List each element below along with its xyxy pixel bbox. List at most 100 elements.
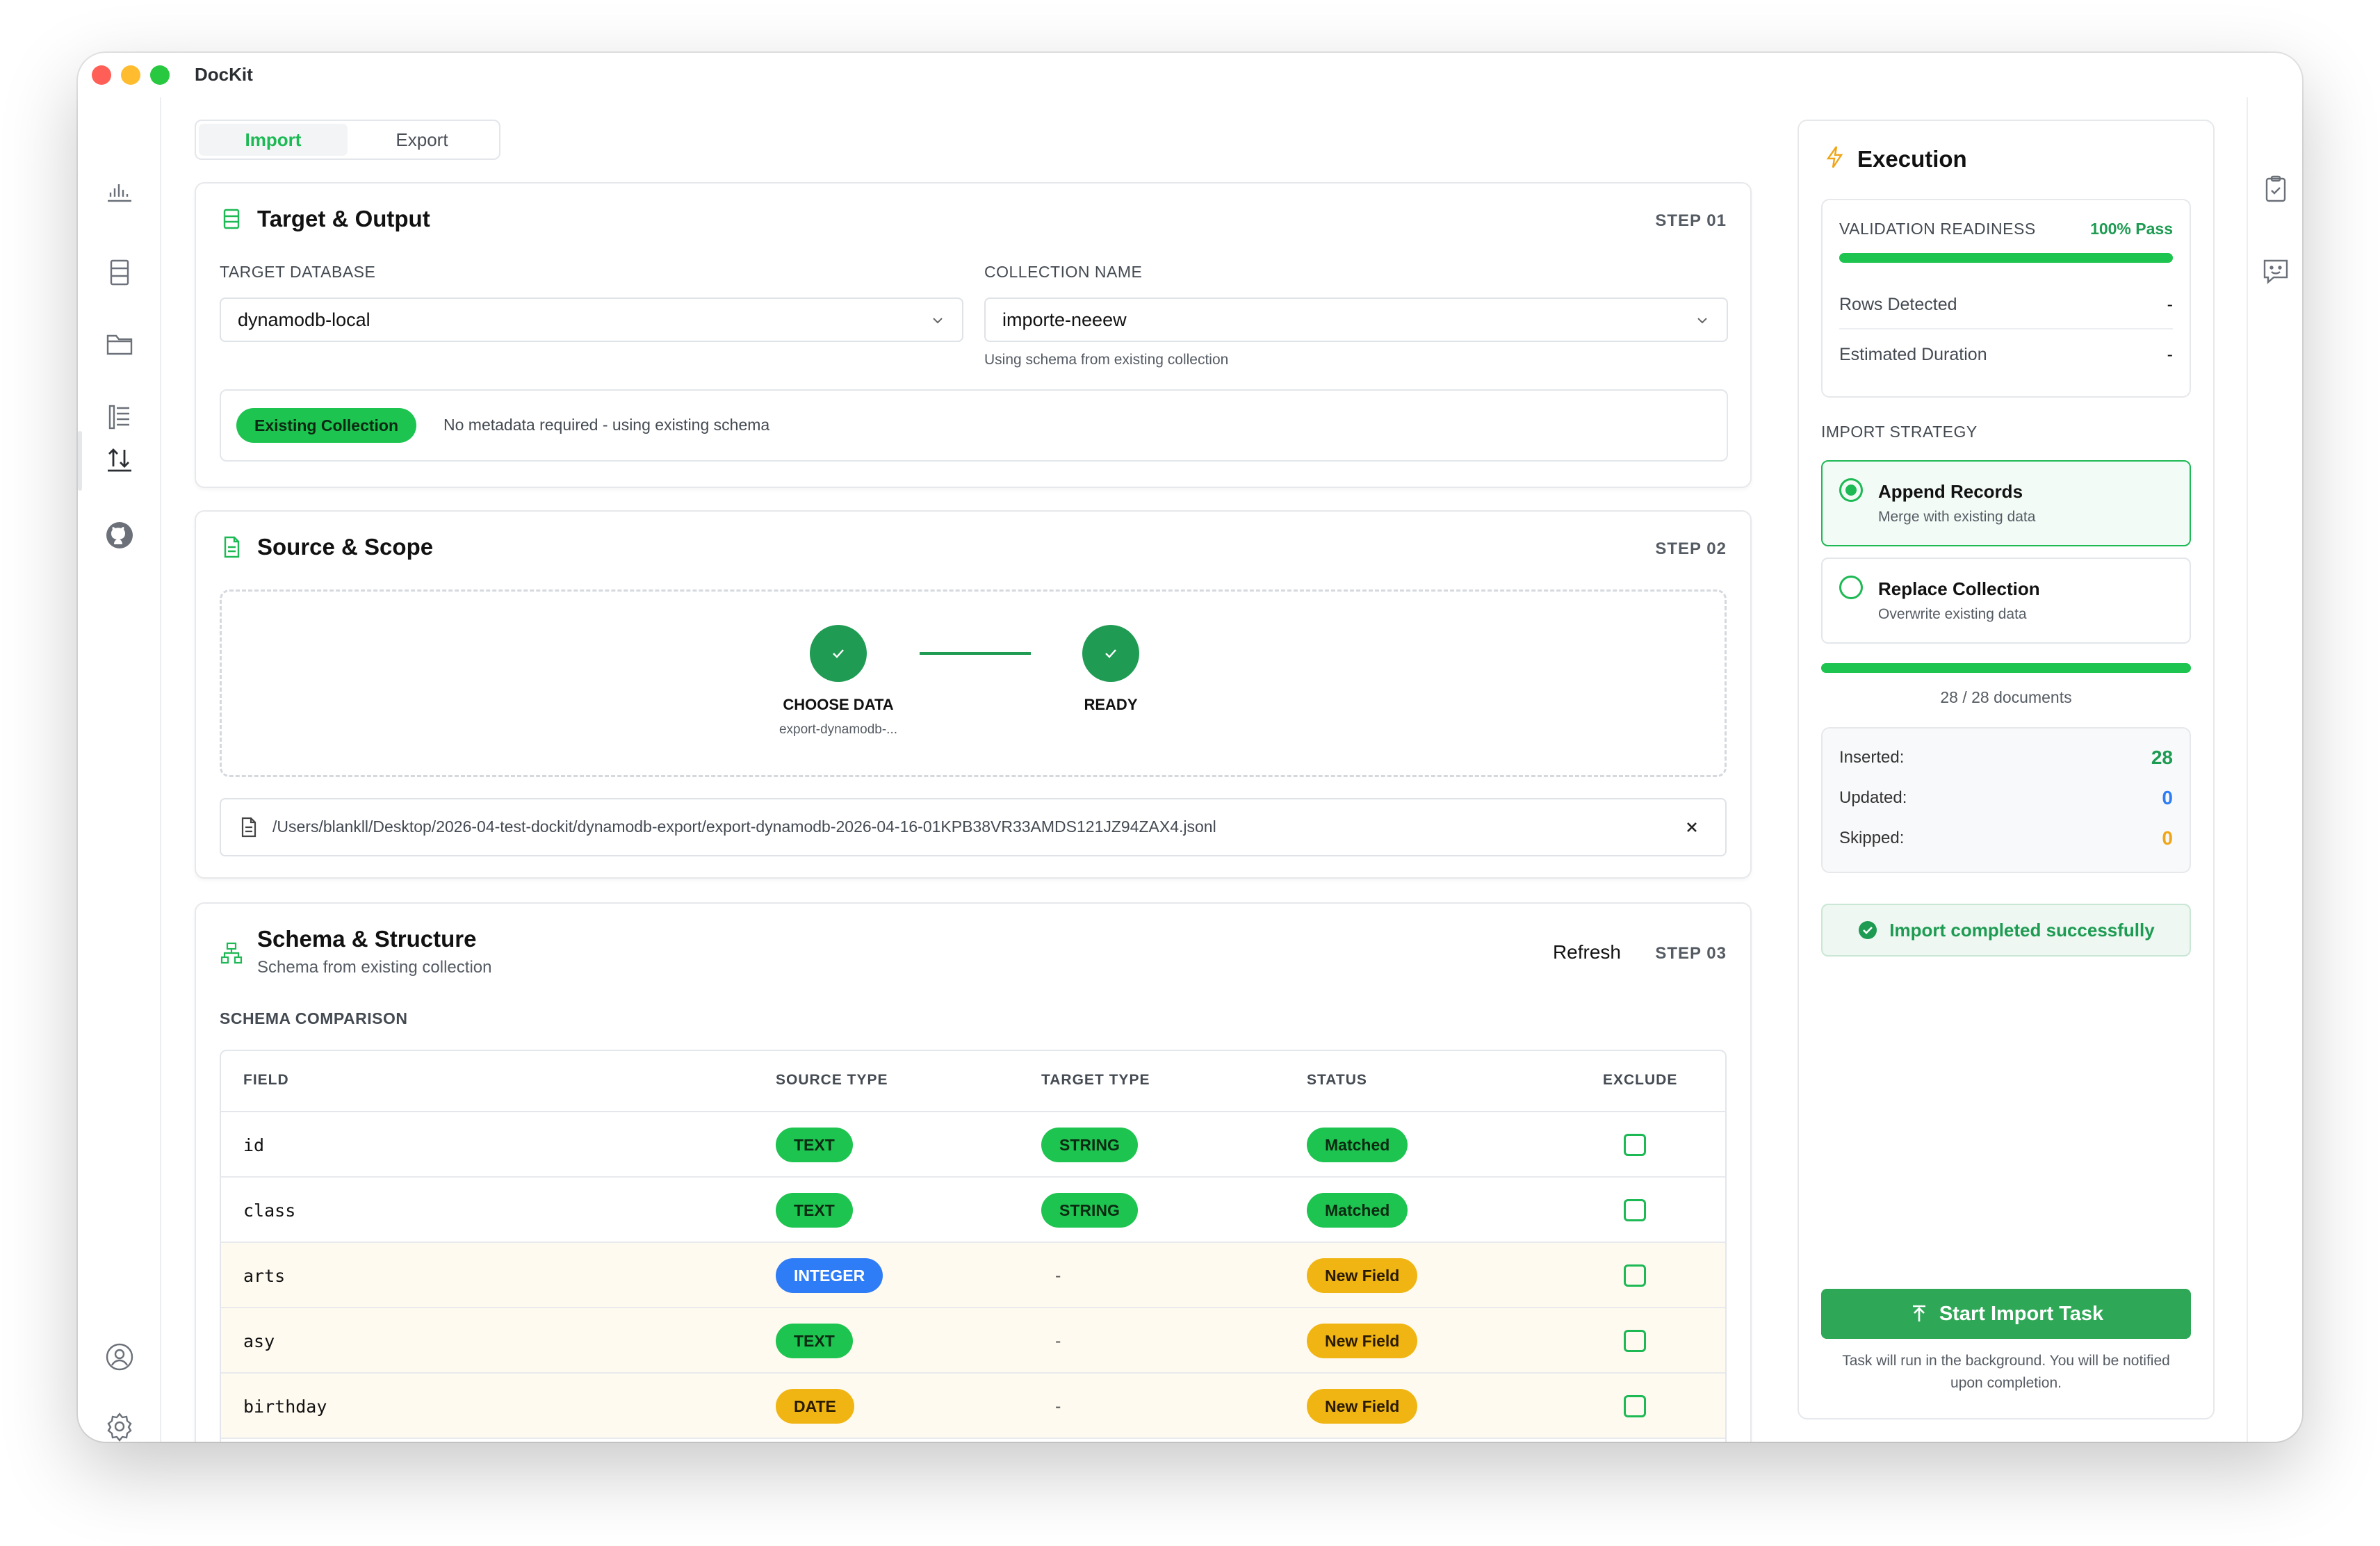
existing-collection-badge: Existing Collection <box>236 408 417 443</box>
execution-title: Execution <box>1857 146 1967 172</box>
choose-data-label: CHOOSE DATA <box>783 696 894 713</box>
card-subtitle: Schema from existing collection <box>257 958 492 977</box>
column-header: STATUS <box>1307 1072 1367 1088</box>
exclude-checkbox[interactable] <box>1624 1199 1646 1221</box>
mode-tabs: Import Export <box>195 120 500 160</box>
chevron-down-icon <box>1697 318 1707 324</box>
source-type-badge: TEXT <box>776 1193 853 1228</box>
table-row: birthday DATE - New Field <box>221 1374 1725 1439</box>
skipped-label: Skipped: <box>1839 829 1905 847</box>
column-header: FIELD <box>243 1072 289 1088</box>
source-scope-card: Source & Scope STEP 02 CHOOSE DATA expor… <box>195 510 1752 879</box>
github-icon[interactable] <box>99 514 140 556</box>
inserted-row: Inserted: 28 <box>1839 744 2173 772</box>
table-row: class TEXT STRING Matched <box>221 1178 1725 1243</box>
estimated-duration-label: Estimated Duration <box>1839 345 1987 364</box>
target-type-empty: - <box>1055 1331 1061 1351</box>
minimize-window-button[interactable] <box>121 65 140 85</box>
step-label: STEP 01 <box>1655 211 1727 230</box>
append-radio[interactable] <box>1839 478 1863 502</box>
histogram-icon[interactable] <box>99 170 140 211</box>
exclude-checkbox[interactable] <box>1624 1264 1646 1287</box>
folder-icon[interactable] <box>99 323 140 364</box>
file-icon <box>241 817 256 838</box>
target-database-select[interactable]: dynamodb-local <box>220 298 963 342</box>
replace-desc: Overwrite existing data <box>1878 606 2027 622</box>
file-path: /Users/blankll/Desktop/2026-04-test-dock… <box>272 817 1216 836</box>
rows-detected-label: Rows Detected <box>1839 295 1957 314</box>
status-badge: Matched <box>1307 1128 1408 1162</box>
start-import-label: Start Import Task <box>1939 1302 2104 1325</box>
target-type-empty: - <box>1055 1396 1061 1416</box>
clipboard-check-icon[interactable] <box>2255 168 2297 210</box>
tab-export[interactable]: Export <box>348 124 496 156</box>
execution-panel: Execution VALIDATION READINESS 100% Pass… <box>1798 120 2215 1419</box>
file-icon <box>224 536 240 558</box>
column-header: EXCLUDE <box>1603 1072 1678 1088</box>
zoom-window-button[interactable] <box>150 65 170 85</box>
feedback-icon[interactable] <box>2255 250 2297 292</box>
target-database-label: TARGET DATABASE <box>220 263 376 281</box>
step-connector <box>920 652 1031 655</box>
title-bar: DocKit <box>78 53 2302 106</box>
metadata-note: No metadata required - using existing sc… <box>443 416 770 434</box>
start-import-footnote: Task will run in the background. You wil… <box>1842 1353 2170 1391</box>
refresh-button[interactable]: Refresh <box>1553 941 1621 963</box>
import-progress-track <box>1821 663 2191 673</box>
exclude-checkbox[interactable] <box>1624 1134 1646 1156</box>
card-title: Source & Scope <box>257 534 434 560</box>
rows-detected-value: - <box>2167 295 2173 314</box>
ready-label: READY <box>1084 696 1138 713</box>
append-desc: Merge with existing data <box>1878 509 2036 525</box>
tab-import[interactable]: Import <box>199 124 348 156</box>
replace-title: Replace Collection <box>1878 578 2040 599</box>
success-text: Import completed successfully <box>1889 919 2155 941</box>
right-toolbar <box>2247 97 2302 1442</box>
data-dropzone[interactable]: CHOOSE DATA export-dynamodb-... READY <box>220 589 1727 777</box>
import-export-icon[interactable] <box>99 438 140 480</box>
database-icon <box>223 209 240 229</box>
close-icon[interactable] <box>1684 819 1700 836</box>
close-window-button[interactable] <box>92 65 111 85</box>
user-icon[interactable] <box>99 1336 140 1378</box>
readiness-track <box>1839 253 2173 263</box>
exclude-checkbox[interactable] <box>1624 1330 1646 1352</box>
column-header: SOURCE TYPE <box>776 1072 888 1088</box>
table-row: id TEXT STRING Matched <box>221 1112 1725 1178</box>
status-badge: New Field <box>1307 1258 1418 1293</box>
database-icon[interactable] <box>99 252 140 293</box>
choose-data-filename: export-dynamodb-... <box>779 722 898 737</box>
divider <box>1839 328 2173 329</box>
target-database-value: dynamodb-local <box>238 309 370 330</box>
updated-row: Updated: 0 <box>1839 784 2173 812</box>
field-name: birthday <box>243 1396 327 1417</box>
selected-file-bar: /Users/blankll/Desktop/2026-04-test-dock… <box>220 798 1727 856</box>
readiness-progress-bar <box>1839 253 2173 263</box>
check-circle-icon <box>1859 921 1877 939</box>
collection-name-label: COLLECTION NAME <box>984 263 1143 281</box>
target-type-empty: - <box>1055 1265 1061 1285</box>
card-title: Target & Output <box>257 206 430 231</box>
import-success-banner: Import completed successfully <box>1821 904 2191 957</box>
import-stats-box: Inserted: 28 Updated: 0 Skipped: 0 <box>1821 727 2191 873</box>
skipped-row: Skipped: 0 <box>1839 824 2173 852</box>
collection-hint: Using schema from existing collection <box>984 352 1229 368</box>
target-type-badge: STRING <box>1041 1193 1138 1228</box>
list-icon[interactable] <box>99 396 140 438</box>
append-records-option[interactable]: Append Records Merge with existing data <box>1821 460 2191 546</box>
replace-collection-option[interactable]: Replace Collection Overwrite existing da… <box>1821 558 2191 644</box>
inserted-value: 28 <box>2151 747 2173 768</box>
column-header: TARGET TYPE <box>1041 1072 1150 1088</box>
start-import-button[interactable]: Start Import Task <box>1821 1289 2191 1339</box>
field-name: arts <box>243 1265 286 1286</box>
collection-name-select[interactable]: importe-neeew <box>984 298 1728 342</box>
skipped-value: 0 <box>2162 827 2173 849</box>
replace-radio[interactable] <box>1839 576 1863 599</box>
step-label: STEP 02 <box>1655 539 1727 558</box>
exclude-checkbox[interactable] <box>1624 1395 1646 1417</box>
field-name: asy <box>243 1331 275 1351</box>
import-progress-bar <box>1821 663 2191 673</box>
documents-count: 28 / 28 documents <box>1940 688 2072 706</box>
ready-check-icon <box>1082 625 1139 682</box>
settings-gear-icon[interactable] <box>99 1406 140 1442</box>
